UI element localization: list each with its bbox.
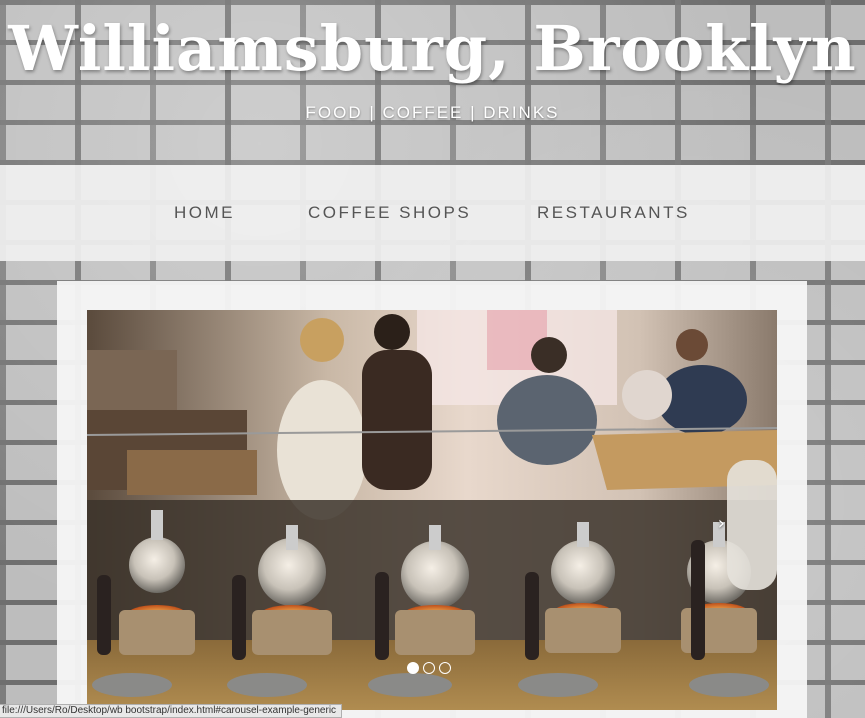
- carousel-indicator-2[interactable]: [423, 662, 435, 674]
- nav-list: HOME COFFEE SHOPS RESTAURANTS: [0, 165, 865, 261]
- site-header: Williamsburg, Brooklyn FOOD | COFFEE | D…: [0, 0, 865, 165]
- nav-item-home[interactable]: HOME: [174, 203, 235, 223]
- carousel-indicators: [407, 662, 451, 674]
- chevron-right-icon: ›: [717, 513, 725, 534]
- carousel-indicator-1[interactable]: [407, 662, 419, 674]
- carousel-next-button[interactable]: ›: [718, 513, 725, 534]
- coffee-siphon-bar-photo: [87, 310, 777, 710]
- browser-status-url: file:///Users/Ro/Desktop/wb bootstrap/in…: [0, 704, 343, 718]
- image-carousel[interactable]: ›: [87, 310, 777, 710]
- site-tagline: FOOD | COFFEE | DRINKS: [305, 103, 560, 122]
- nav-item-restaurants[interactable]: RESTAURANTS: [537, 203, 690, 223]
- carousel-indicator-3[interactable]: [439, 662, 451, 674]
- nav-item-coffee-shops[interactable]: COFFEE SHOPS: [308, 203, 471, 223]
- main-navbar: HOME COFFEE SHOPS RESTAURANTS: [0, 165, 865, 261]
- site-title: Williamsburg, Brooklyn: [8, 12, 857, 85]
